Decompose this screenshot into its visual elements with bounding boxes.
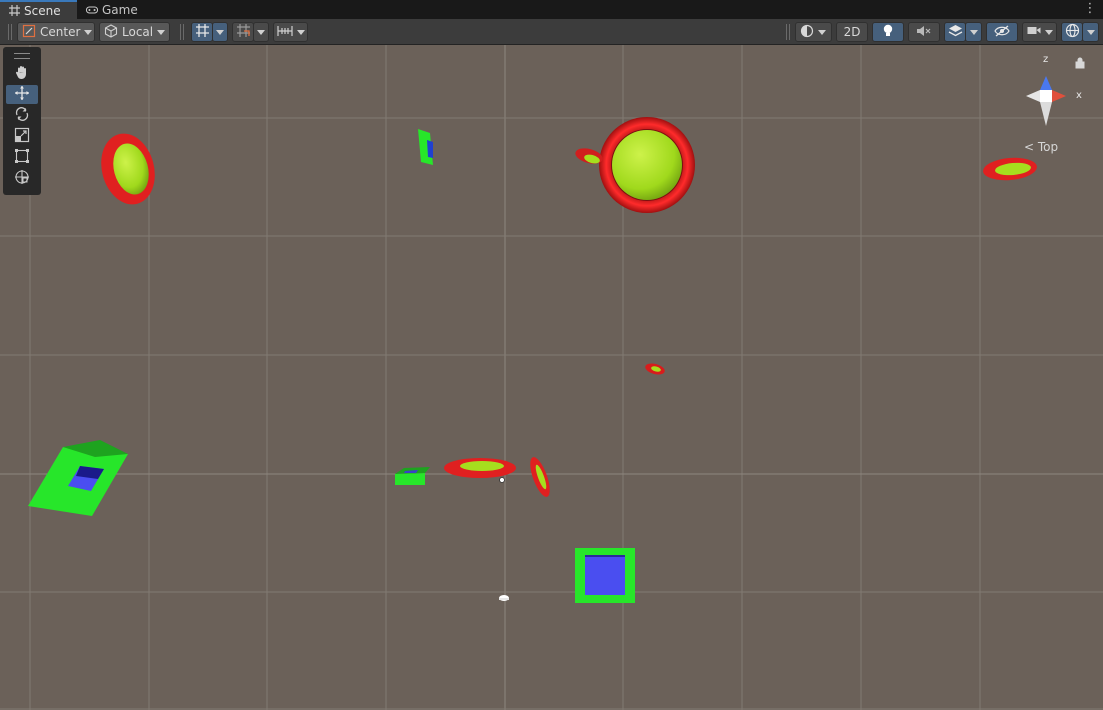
pivot-rotation-label: Local xyxy=(122,25,154,39)
move-tool-button[interactable] xyxy=(6,85,38,104)
torus-object[interactable] xyxy=(444,458,516,478)
toggle-2d-label: 2D xyxy=(843,25,861,39)
effects-dropdown[interactable] xyxy=(965,22,982,42)
view-orientation-label[interactable]: < Top xyxy=(1024,140,1058,154)
increment-snap-icon xyxy=(277,25,293,40)
gamepad-icon xyxy=(86,4,98,16)
axis-x-label: x xyxy=(1076,90,1082,101)
tab-game-label: Game xyxy=(102,2,138,17)
chevron-down-icon xyxy=(84,29,93,35)
rect-tool-button[interactable] xyxy=(6,148,38,167)
chevron-down-icon xyxy=(969,29,978,35)
tab-game[interactable]: Game xyxy=(78,0,148,19)
tab-bar: Scene Game ⋮ xyxy=(0,0,1103,19)
gizmos-dropdown[interactable] xyxy=(1082,22,1099,42)
axis-neg-x-cone[interactable] xyxy=(1026,90,1040,102)
pivot-rotation-dropdown[interactable]: Local xyxy=(99,22,170,42)
transform-icon xyxy=(14,169,30,188)
chevron-down-icon xyxy=(257,29,265,35)
cube-object[interactable] xyxy=(395,467,430,485)
rotate-icon xyxy=(14,106,30,125)
chevron-down-icon xyxy=(1045,29,1053,35)
pivot-center-icon xyxy=(22,24,36,41)
pivot-marker xyxy=(499,477,505,483)
tab-scene[interactable]: Scene xyxy=(0,0,77,19)
scene-lighting-button[interactable] xyxy=(872,22,904,42)
light-bulb-icon xyxy=(882,24,894,41)
toggle-2d-button[interactable]: 2D xyxy=(836,22,868,42)
layers-icon xyxy=(948,24,963,40)
chevron-down-icon xyxy=(297,29,305,35)
chevron-down-icon xyxy=(216,29,224,35)
scene-toolbar: Center Local 2D xyxy=(0,19,1103,45)
scale-tool-button[interactable] xyxy=(6,127,38,146)
torus-object[interactable] xyxy=(644,362,666,377)
gizmo-center-cube[interactable] xyxy=(1040,90,1052,102)
toolbar-grip-icon[interactable] xyxy=(8,24,12,40)
grid-snap-increment-icon xyxy=(236,23,251,41)
increment-snapping-dropdown[interactable] xyxy=(273,22,308,42)
tools-overlay xyxy=(3,47,41,195)
cube-object[interactable] xyxy=(418,129,433,165)
scene-grid xyxy=(0,45,1103,710)
pivot-mode-label: Center xyxy=(40,25,81,39)
move-icon xyxy=(14,85,30,104)
grid-snap-icon xyxy=(195,23,210,41)
grid-snapping-button[interactable] xyxy=(232,22,254,42)
pivot-mode-dropdown[interactable]: Center xyxy=(17,22,95,42)
torus-object[interactable] xyxy=(526,455,554,499)
toolbar-grip-icon[interactable] xyxy=(180,24,184,40)
axis-x-cone[interactable] xyxy=(1052,90,1066,102)
hand-icon xyxy=(14,64,30,83)
grid-snapping-dropdown[interactable] xyxy=(253,22,269,42)
transform-tool-button[interactable] xyxy=(6,169,38,188)
effects-button[interactable] xyxy=(944,22,966,42)
cube-local-icon xyxy=(104,23,118,41)
torus-object[interactable] xyxy=(574,117,695,213)
axis-z-cone[interactable] xyxy=(1040,76,1052,90)
hand-tool-button[interactable] xyxy=(6,64,38,83)
draw-mode-dropdown[interactable] xyxy=(795,22,832,42)
cube-frame-object[interactable] xyxy=(28,440,128,516)
scale-icon xyxy=(14,127,30,146)
eye-hidden-icon xyxy=(994,25,1010,40)
scene-camera-dropdown[interactable] xyxy=(1022,22,1057,42)
shading-sphere-icon xyxy=(800,24,814,41)
chevron-down-icon xyxy=(1086,29,1095,35)
grid-icon xyxy=(8,5,20,17)
more-options-icon[interactable]: ⋮ xyxy=(1083,1,1097,17)
chevron-down-icon xyxy=(818,29,826,35)
light-gizmo-icon[interactable] xyxy=(499,595,509,601)
camera-icon xyxy=(1027,25,1041,39)
grid-visibility-button[interactable] xyxy=(191,22,213,42)
chevron-down-icon xyxy=(157,29,166,35)
lock-icon[interactable] xyxy=(1075,57,1085,69)
toolbar-grip-icon[interactable] xyxy=(786,24,790,40)
torus-object[interactable] xyxy=(94,127,163,210)
axis-neg-z-cone[interactable] xyxy=(1040,102,1052,126)
overlay-drag-handle-icon[interactable] xyxy=(14,53,30,59)
gizmos-button[interactable] xyxy=(1061,22,1083,42)
grid-visibility-dropdown[interactable] xyxy=(212,22,228,42)
cube-frame-object[interactable] xyxy=(575,548,635,603)
scene-viewport[interactable]: z x < Top xyxy=(0,45,1103,710)
view-name: Top xyxy=(1037,140,1059,154)
audio-toggle-button[interactable] xyxy=(908,22,940,42)
rotate-tool-button[interactable] xyxy=(6,106,38,125)
scene-visibility-button[interactable] xyxy=(986,22,1018,42)
audio-mute-icon xyxy=(916,25,932,40)
rect-transform-icon xyxy=(14,148,30,167)
gizmo-globe-icon xyxy=(1065,23,1080,41)
axis-z-label: z xyxy=(1043,54,1049,65)
tab-scene-label: Scene xyxy=(24,3,61,18)
chevron-left-icon: < xyxy=(1024,140,1035,154)
